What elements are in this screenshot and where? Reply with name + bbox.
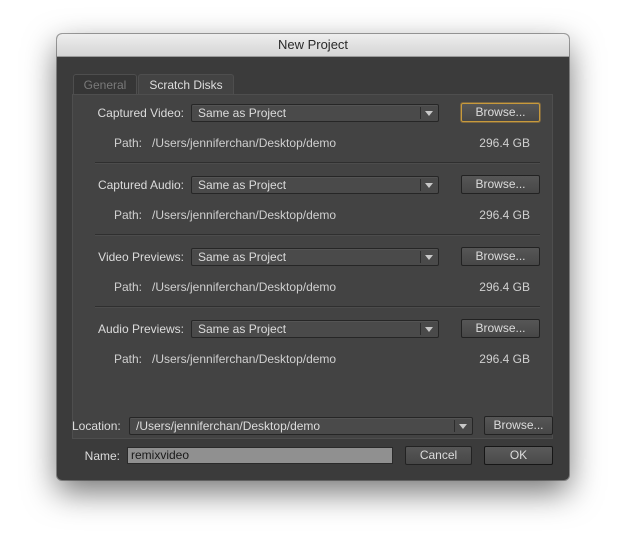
chevron-down-icon	[459, 424, 467, 429]
chevron-down-icon	[425, 327, 433, 332]
video-previews-path-label: Path:	[114, 280, 143, 294]
chevron-down-icon	[425, 111, 433, 116]
location-dropdown[interactable]: /Users/jenniferchan/Desktop/demo	[129, 417, 473, 435]
audio-previews-size: 296.4 GB	[479, 352, 530, 366]
captured-video-path-label: Path:	[114, 136, 143, 150]
audio-previews-path-label: Path:	[114, 352, 143, 366]
captured-audio-path: /Users/jenniferchan/Desktop/demo	[152, 208, 337, 222]
location-browse-button[interactable]: Browse...	[484, 416, 553, 435]
audio-previews-browse-button[interactable]: Browse...	[461, 319, 540, 338]
cancel-button[interactable]: Cancel	[405, 446, 472, 465]
captured-audio-label: Captured Audio:	[97, 178, 184, 192]
audio-previews-value: Same as Project	[198, 322, 287, 336]
captured-audio-browse-button[interactable]: Browse...	[461, 175, 540, 194]
video-previews-size: 296.4 GB	[479, 280, 530, 294]
ok-button[interactable]: OK	[484, 446, 553, 465]
location-label: Location:	[72, 419, 121, 433]
location-value: /Users/jenniferchan/Desktop/demo	[136, 419, 321, 433]
video-previews-value: Same as Project	[198, 250, 287, 264]
audio-previews-label: Audio Previews:	[97, 322, 184, 336]
captured-audio-path-label: Path:	[114, 208, 143, 222]
captured-audio-value: Same as Project	[198, 178, 287, 192]
section-divider	[95, 306, 540, 308]
captured-video-path: /Users/jenniferchan/Desktop/demo	[152, 136, 337, 150]
captured-audio-dropdown[interactable]: Same as Project	[191, 176, 439, 194]
chevron-down-icon	[425, 255, 433, 260]
dropdown-separator	[420, 323, 421, 335]
chevron-down-icon	[425, 183, 433, 188]
dropdown-separator	[454, 420, 455, 432]
section-divider	[95, 162, 540, 164]
captured-video-browse-button[interactable]: Browse...	[461, 103, 540, 122]
captured-video-value: Same as Project	[198, 106, 287, 120]
video-previews-path: /Users/jenniferchan/Desktop/demo	[152, 280, 337, 294]
section-divider	[95, 234, 540, 236]
captured-audio-size: 296.4 GB	[479, 208, 530, 222]
dropdown-separator	[420, 251, 421, 263]
video-previews-browse-button[interactable]: Browse...	[461, 247, 540, 266]
audio-previews-dropdown[interactable]: Same as Project	[191, 320, 439, 338]
tab-general[interactable]: General	[73, 74, 137, 94]
new-project-dialog: New Project General Scratch Disks Captur…	[57, 34, 569, 480]
dropdown-separator	[420, 107, 421, 119]
captured-video-dropdown[interactable]: Same as Project	[191, 104, 439, 122]
dialog-title: New Project	[57, 34, 569, 57]
dropdown-separator	[420, 179, 421, 191]
video-previews-label: Video Previews:	[98, 250, 184, 264]
captured-video-size: 296.4 GB	[479, 136, 530, 150]
audio-previews-path: /Users/jenniferchan/Desktop/demo	[152, 352, 337, 366]
name-label: Name:	[84, 449, 120, 463]
video-previews-dropdown[interactable]: Same as Project	[191, 248, 439, 266]
captured-video-label: Captured Video:	[97, 106, 184, 120]
project-name-input[interactable]: remixvideo	[127, 447, 393, 464]
tab-scratch-disks[interactable]: Scratch Disks	[138, 74, 234, 94]
